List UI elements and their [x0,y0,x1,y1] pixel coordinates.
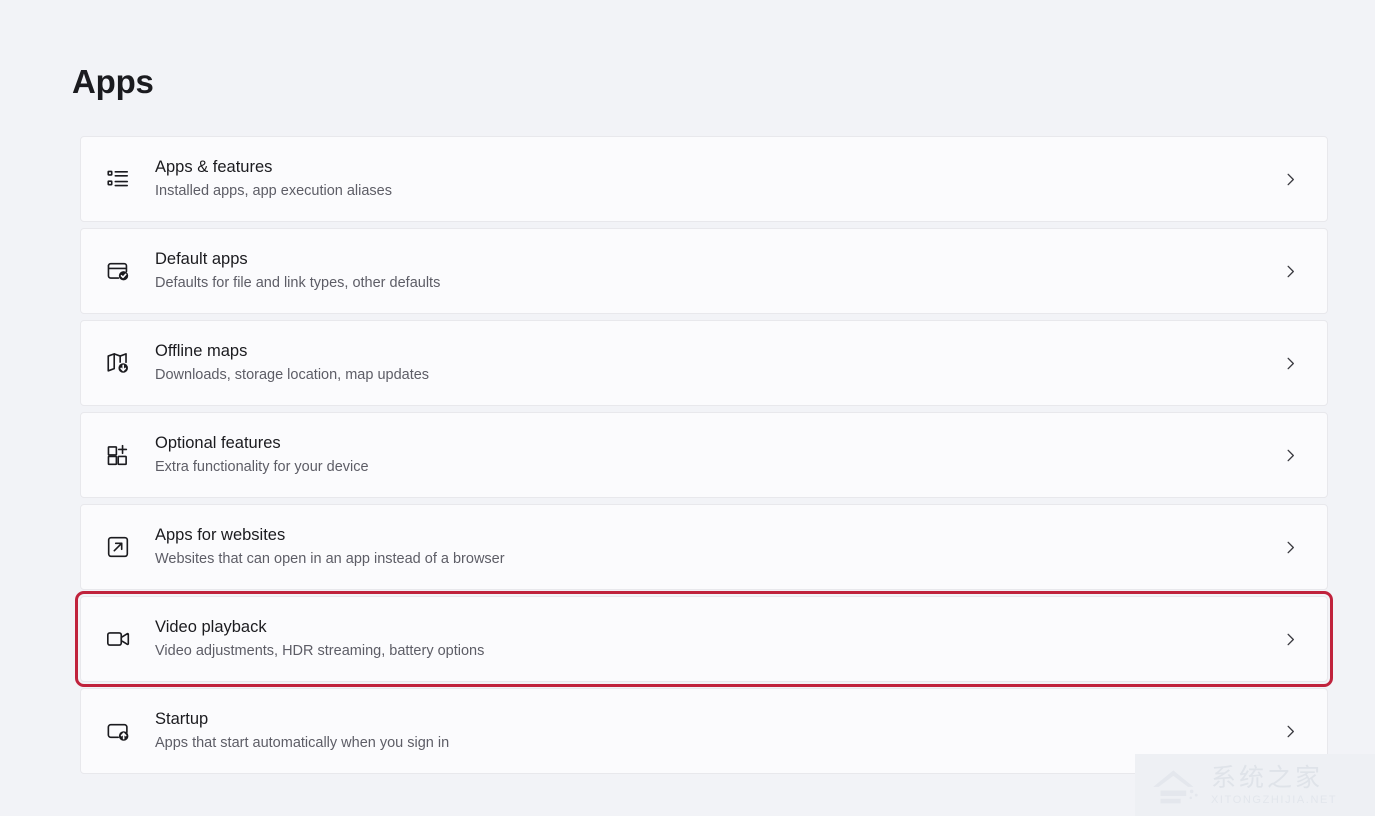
setting-card-text: Apps & features Installed apps, app exec… [155,156,1275,202]
window-arrow-up-icon [81,718,155,744]
setting-card-subtitle: Downloads, storage location, map updates [155,367,430,383]
list-bullet-icon [81,166,155,192]
setting-card-title: Apps & features [155,158,273,176]
chevron-right-icon[interactable] [1275,356,1305,371]
setting-card-text: Optional features Extra functionality fo… [155,432,1275,478]
setting-card-video-playback[interactable]: Video playback Video adjustments, HDR st… [75,591,1333,687]
setting-card-text: Video playback Video adjustments, HDR st… [155,616,1275,662]
window-check-icon [81,258,155,284]
setting-card-subtitle: Video adjustments, HDR streaming, batter… [155,643,485,659]
setting-card-title: Video playback [155,618,267,636]
chevron-right-icon[interactable] [1275,264,1305,279]
chevron-right-icon[interactable] [1275,448,1305,463]
external-link-icon [81,534,155,560]
setting-card-title: Startup [155,710,209,728]
setting-card-startup[interactable]: Startup Apps that start automatically wh… [80,688,1328,774]
chevron-right-icon[interactable] [1275,724,1305,739]
setting-card-text: Apps for websites Websites that can open… [155,524,1275,570]
setting-card-title: Apps for websites [155,526,286,544]
setting-card-text: Default apps Defaults for file and link … [155,248,1275,294]
setting-card-title: Offline maps [155,342,248,360]
setting-card-apps-features[interactable]: Apps & features Installed apps, app exec… [80,136,1328,222]
video-camera-icon [81,626,155,652]
setting-card-default-apps[interactable]: Default apps Defaults for file and link … [80,228,1328,314]
setting-card-subtitle: Extra functionality for your device [155,459,369,475]
setting-card-text: Startup Apps that start automatically wh… [155,708,1275,754]
setting-card-title: Optional features [155,434,281,452]
setting-card-subtitle: Websites that can open in an app instead… [155,551,505,567]
setting-card-subtitle: Defaults for file and link types, other … [155,275,441,291]
setting-card-subtitle: Apps that start automatically when you s… [155,735,450,751]
settings-page: Apps Apps & features Installed apps, app… [0,0,1375,816]
chevron-right-icon[interactable] [1275,172,1305,187]
setting-card-offline-maps[interactable]: Offline maps Downloads, storage location… [80,320,1328,406]
setting-card-text: Offline maps Downloads, storage location… [155,340,1275,386]
chevron-right-icon[interactable] [1275,632,1305,647]
page-title: Apps [72,63,154,100]
setting-card-optional-features[interactable]: Optional features Extra functionality fo… [80,412,1328,498]
setting-card-subtitle: Installed apps, app execution aliases [155,183,392,199]
grid-plus-icon [81,442,155,468]
setting-card-title: Default apps [155,250,248,268]
settings-card-list: Apps & features Installed apps, app exec… [75,136,1333,774]
setting-card-apps-for-websites[interactable]: Apps for websites Websites that can open… [80,504,1328,590]
chevron-right-icon[interactable] [1275,540,1305,555]
map-download-icon [81,350,155,376]
watermark-english: XITONGZHIJIA.NET [1211,793,1338,806]
